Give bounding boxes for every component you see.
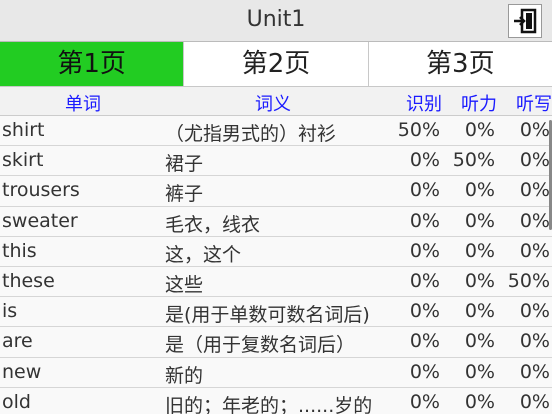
dictation-cell: 0% <box>519 239 550 262</box>
table-row[interactable]: these 这些 0% 0% 50% <box>0 266 552 298</box>
recognize-cell: 50% <box>397 119 440 141</box>
table-row[interactable]: this 这，这个 0% 0% 0% <box>0 236 552 267</box>
table-header: 单词 词义 识别 听力 听写 <box>0 87 552 116</box>
exit-door-icon <box>514 8 537 34</box>
word-cell: skirt <box>2 149 44 172</box>
word-cell: shirt <box>2 119 45 141</box>
recognize-cell: 0% <box>409 269 440 292</box>
column-header-meaning: 词义 <box>255 94 291 115</box>
listen-cell: 0% <box>464 179 495 202</box>
table-row[interactable]: is 是(用于单数可数名词后) 0% 0% 0% <box>0 297 552 328</box>
table-row[interactable]: new 新的 0% 0% 0% <box>0 357 552 388</box>
word-cell: new <box>2 360 42 383</box>
listen-cell: 0% <box>464 330 495 353</box>
listen-cell: 50% <box>452 149 495 172</box>
recognize-cell: 0% <box>409 209 440 232</box>
dictation-cell: 0% <box>519 360 550 383</box>
meaning-cell: 裤子 <box>165 183 204 206</box>
app-window: Unit1 第1页 第2页 第3页 单词 词义 识别 听力 听写 shirt （尤… <box>0 0 552 414</box>
dictation-cell: 0% <box>519 390 550 413</box>
dictation-cell: 50% <box>507 269 550 292</box>
table-row[interactable]: trousers 裤子 0% 0% 0% <box>0 176 552 207</box>
word-cell: these <box>2 269 55 292</box>
listen-cell: 0% <box>464 119 495 141</box>
column-header-dictation: 听写 <box>516 94 552 115</box>
column-header-listen: 听力 <box>461 94 497 115</box>
word-cell: sweater <box>2 209 78 232</box>
table-row[interactable]: are 是（用于复数名词后） 0% 0% 0% <box>0 327 552 358</box>
recognize-cell: 0% <box>409 239 440 262</box>
word-cell: this <box>2 239 37 262</box>
meaning-cell: 毛衣，线衣 <box>165 213 261 236</box>
dictation-cell: 0% <box>519 149 550 172</box>
recognize-cell: 0% <box>409 390 440 413</box>
page-tabs: 第1页 第2页 第3页 <box>0 42 552 87</box>
meaning-cell: 这些 <box>165 273 204 296</box>
word-table: shirt （尤指男式的）衬衫 50% 0% 0% skirt 裙子 0% 50% 0% trous… <box>0 116 552 414</box>
word-cell: trousers <box>2 179 80 202</box>
dictation-cell: 0% <box>519 179 550 202</box>
listen-cell: 0% <box>464 239 495 262</box>
recognize-cell: 0% <box>409 360 440 383</box>
exit-button[interactable] <box>508 4 542 38</box>
listen-cell: 0% <box>464 300 495 323</box>
recognize-cell: 0% <box>409 330 440 353</box>
page-title: Unit1 <box>246 7 306 32</box>
table-row[interactable]: sweater 毛衣，线衣 0% 0% 0% <box>0 206 552 237</box>
table-row[interactable]: skirt 裙子 0% 50% 0% <box>0 146 552 177</box>
column-header-word: 单词 <box>65 94 101 115</box>
dictation-cell: 0% <box>519 119 550 141</box>
dictation-cell: 0% <box>519 209 550 232</box>
table-row[interactable]: old 旧的；年老的；......岁的 0% 0% 0% <box>0 387 552 414</box>
word-cell: old <box>2 390 31 413</box>
word-cell: is <box>2 300 18 323</box>
listen-cell: 0% <box>464 390 495 413</box>
word-cell: are <box>2 330 33 353</box>
listen-cell: 0% <box>464 269 495 292</box>
dictation-cell: 0% <box>519 300 550 323</box>
meaning-cell: 这，这个 <box>165 243 242 266</box>
recognize-cell: 0% <box>409 300 440 323</box>
listen-cell: 0% <box>464 209 495 232</box>
meaning-cell: 是(用于单数可数名词后) <box>165 304 370 327</box>
tab-page-1[interactable]: 第1页 <box>0 42 185 87</box>
title-bar: Unit1 <box>0 0 552 42</box>
listen-cell: 0% <box>464 360 495 383</box>
meaning-cell: 旧的；年老的；......岁的 <box>165 394 373 414</box>
tab-page-2[interactable]: 第2页 <box>184 42 369 87</box>
meaning-cell: 是（用于复数名词后） <box>165 334 356 357</box>
meaning-cell: （尤指男式的）衬衫 <box>165 123 337 145</box>
recognize-cell: 0% <box>409 149 440 172</box>
meaning-cell: 新的 <box>165 364 204 387</box>
column-header-recognize: 识别 <box>406 94 442 115</box>
dictation-cell: 0% <box>519 330 550 353</box>
tab-page-3[interactable]: 第3页 <box>368 42 552 87</box>
table-row[interactable]: shirt （尤指男式的）衬衫 50% 0% 0% <box>0 116 552 147</box>
recognize-cell: 0% <box>409 179 440 202</box>
meaning-cell: 裙子 <box>165 153 204 176</box>
